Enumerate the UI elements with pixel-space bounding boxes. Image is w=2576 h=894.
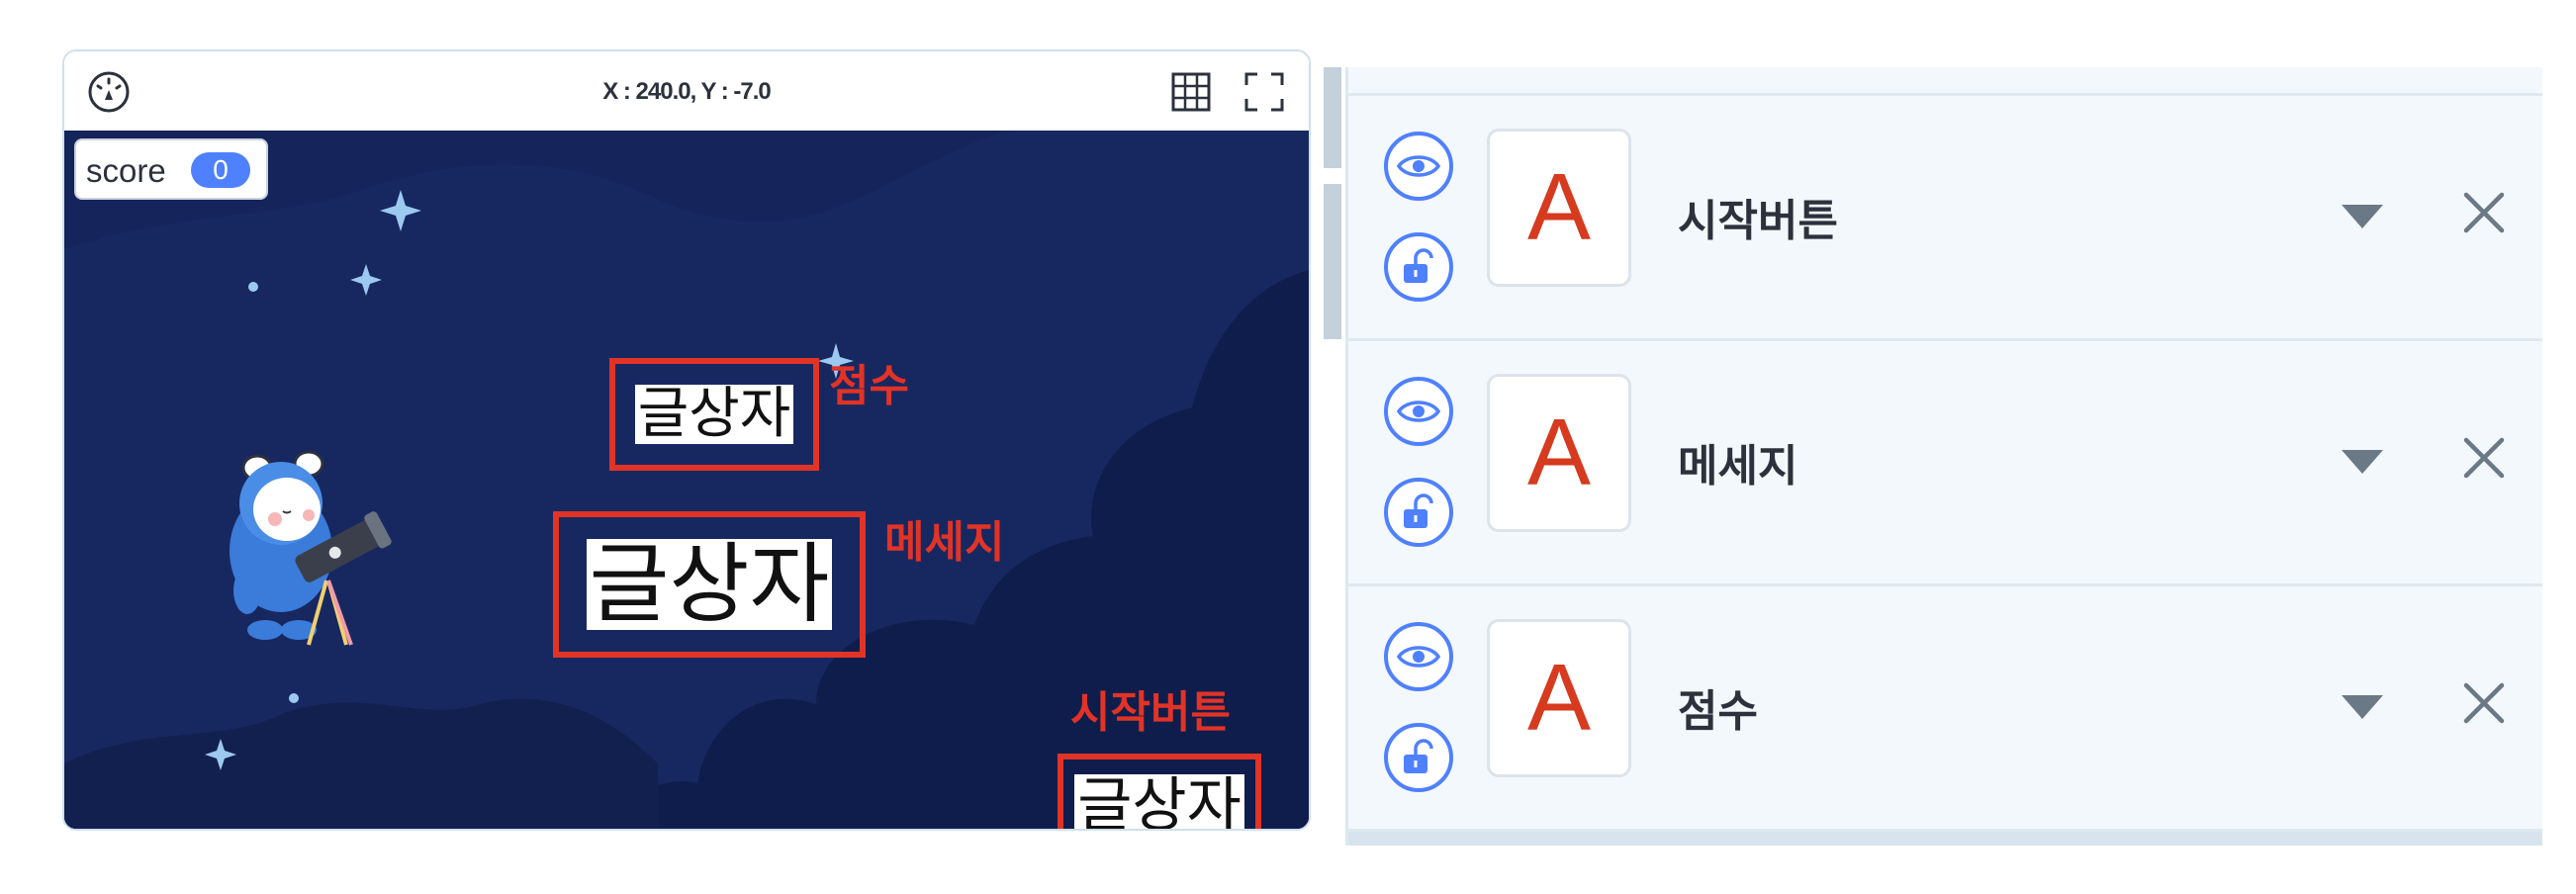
score-variable-monitor[interactable]: score 0 <box>74 138 268 200</box>
thumbnail-letter: A <box>1526 400 1592 505</box>
grid-icon[interactable] <box>1168 69 1214 115</box>
annotation-message: 메세지 <box>884 517 1005 568</box>
annotation-score: 점수 <box>829 361 909 411</box>
object-row-score[interactable]: A 점수 <box>1348 586 2542 832</box>
thumbnail-letter: A <box>1526 154 1592 260</box>
object-name[interactable]: 메세지 <box>1678 430 1797 493</box>
object-row-message[interactable]: A 메세지 <box>1348 341 2542 586</box>
unlock-icon <box>1404 493 1433 528</box>
text-sprite-start-button-text: 글상자 <box>1074 774 1244 829</box>
eye-icon <box>1397 646 1440 668</box>
dropdown-triangle-icon[interactable] <box>2338 444 2387 478</box>
panel-scrollbar[interactable] <box>1324 67 1341 339</box>
dropdown-triangle-icon[interactable] <box>2338 199 2387 232</box>
coordinate-readout: X : 240.0, Y : -7.0 <box>602 78 772 105</box>
text-sprite-message[interactable]: 글상자 <box>553 511 866 658</box>
score-value-badge: 0 <box>191 152 250 188</box>
eye-icon <box>1397 155 1440 177</box>
stage-canvas[interactable]: score 0 글상자 점수 글상자 메세지 글상자 시작버튼 <box>64 131 1309 829</box>
astronaut-character-sprite[interactable] <box>218 442 396 650</box>
dropdown-triangle-icon[interactable] <box>2338 689 2387 723</box>
visibility-toggle-button[interactable] <box>1384 622 1453 691</box>
object-row-start-button[interactable]: A 시작버튼 <box>1348 96 2542 341</box>
fullscreen-icon[interactable] <box>1242 69 1287 115</box>
object-row-partial <box>1348 67 2542 96</box>
visibility-toggle-button[interactable] <box>1384 377 1453 446</box>
close-icon[interactable] <box>2458 432 2510 484</box>
text-sprite-message-text: 글상자 <box>586 539 833 630</box>
text-sprite-start-button[interactable]: 글상자 <box>1058 754 1261 829</box>
lock-toggle-button[interactable] <box>1384 232 1453 302</box>
object-name[interactable]: 시작버튼 <box>1678 185 1838 248</box>
close-icon[interactable] <box>2458 677 2510 729</box>
unlock-icon <box>1404 248 1433 283</box>
object-thumbnail[interactable]: A <box>1487 129 1631 287</box>
object-name[interactable]: 점수 <box>1678 675 1758 739</box>
text-sprite-score-text: 글상자 <box>634 385 794 444</box>
visibility-toggle-button[interactable] <box>1384 132 1453 201</box>
unlock-icon <box>1404 739 1433 773</box>
stage-toolbar: X : 240.0, Y : -7.0 <box>64 51 1309 133</box>
stage-window: X : 240.0, Y : -7.0 score 0 글상자 점수 글상자 메… <box>62 49 1311 831</box>
scrollbar-thumb[interactable] <box>1324 184 1341 339</box>
object-thumbnail[interactable]: A <box>1487 619 1631 777</box>
panel-bottom-bar <box>1348 832 2542 846</box>
score-label: score <box>86 152 166 189</box>
object-thumbnail[interactable]: A <box>1487 374 1631 532</box>
scrollbar-track <box>1324 67 1341 168</box>
close-icon[interactable] <box>2458 187 2510 238</box>
eye-icon <box>1397 401 1440 422</box>
lock-toggle-button[interactable] <box>1384 478 1453 547</box>
text-sprite-score[interactable]: 글상자 <box>609 358 819 471</box>
thumbnail-letter: A <box>1526 645 1592 751</box>
annotation-start-button: 시작버튼 <box>1070 687 1231 738</box>
lock-toggle-button[interactable] <box>1384 723 1453 792</box>
object-list-panel: A 시작버튼 A 메세지 A 점수 <box>1345 67 2542 846</box>
